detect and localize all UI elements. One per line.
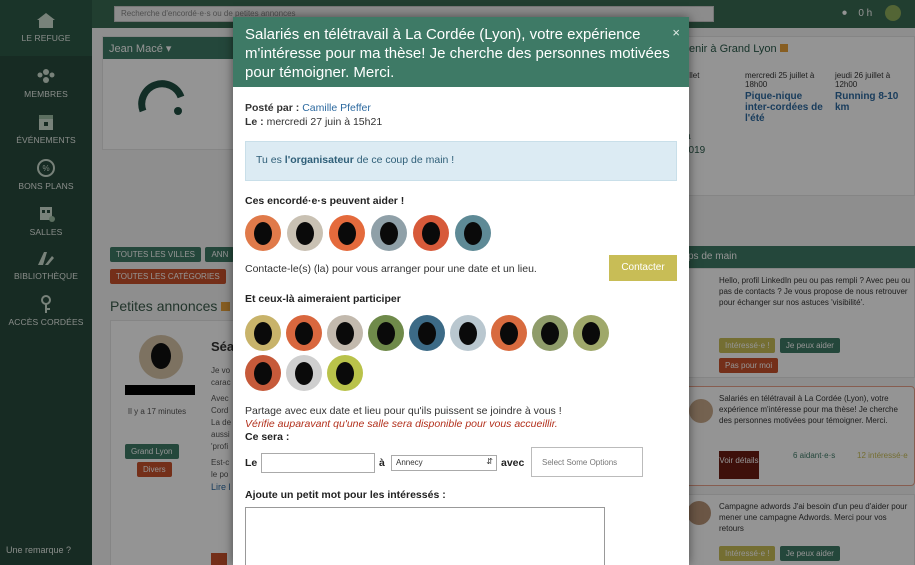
avatar[interactable] [287, 215, 323, 251]
avatar[interactable] [455, 215, 491, 251]
avatar[interactable] [413, 215, 449, 251]
help-request-modal: Salariés en télétravail à La Cordée (Lyo… [233, 17, 689, 565]
avatar[interactable] [245, 355, 281, 391]
contact-button[interactable]: Contacter [609, 255, 677, 281]
select-arrows-icon: ⇵ [486, 457, 493, 466]
avatar[interactable] [491, 315, 527, 351]
author-link[interactable]: Camille Pfeffer [302, 102, 371, 114]
city-select[interactable]: Annecy ⇵ [391, 455, 497, 471]
share-text: Partage avec eux date et lieu pour qu'il… [245, 405, 562, 417]
avatar[interactable] [327, 315, 363, 351]
room-warning: Vérifie auparavant qu'une salle sera dis… [245, 418, 558, 430]
contact-text: Contacte-le(s) (la) pour vous arranger p… [245, 263, 537, 275]
participants-multiselect[interactable]: Select Some Options [531, 447, 643, 477]
avatar[interactable] [245, 215, 281, 251]
modal-body: Posté par : Camille Pfeffer Le : mercred… [233, 101, 689, 565]
interested-avatars-row2 [245, 355, 677, 391]
organizer-notice: Tu es l'organisateur de ce coup de main … [245, 141, 677, 181]
avatar[interactable] [327, 355, 363, 391]
post-meta: Posté par : Camille Pfeffer Le : mercred… [245, 102, 383, 128]
avatar[interactable] [286, 315, 322, 351]
avatar[interactable] [573, 315, 609, 351]
interested-avatars [245, 315, 677, 351]
helpers-avatars [245, 215, 677, 251]
avatar[interactable] [286, 355, 322, 391]
note-textarea[interactable] [245, 507, 605, 565]
close-icon[interactable]: × [672, 23, 680, 42]
avatar[interactable] [450, 315, 486, 351]
avatar[interactable] [245, 315, 281, 351]
schedule-row: Le à Annecy ⇵ avec Select Some Options [245, 447, 677, 483]
avatar[interactable] [371, 215, 407, 251]
avatar[interactable] [409, 315, 445, 351]
modal-title: Salariés en télétravail à La Cordée (Lyo… [245, 26, 670, 81]
interested-title: Et ceux-là aimeraient participer [245, 293, 401, 305]
ce-sera-label: Ce sera : [245, 431, 290, 443]
note-label: Ajoute un petit mot pour les intéressés … [245, 489, 446, 501]
avatar[interactable] [329, 215, 365, 251]
date-input[interactable] [261, 453, 375, 473]
avatar[interactable] [368, 315, 404, 351]
helpers-title: Ces encordé·e·s peuvent aider ! [245, 195, 405, 207]
avatar[interactable] [532, 315, 568, 351]
modal-header: Salariés en télétravail à La Cordée (Lyo… [233, 17, 689, 87]
